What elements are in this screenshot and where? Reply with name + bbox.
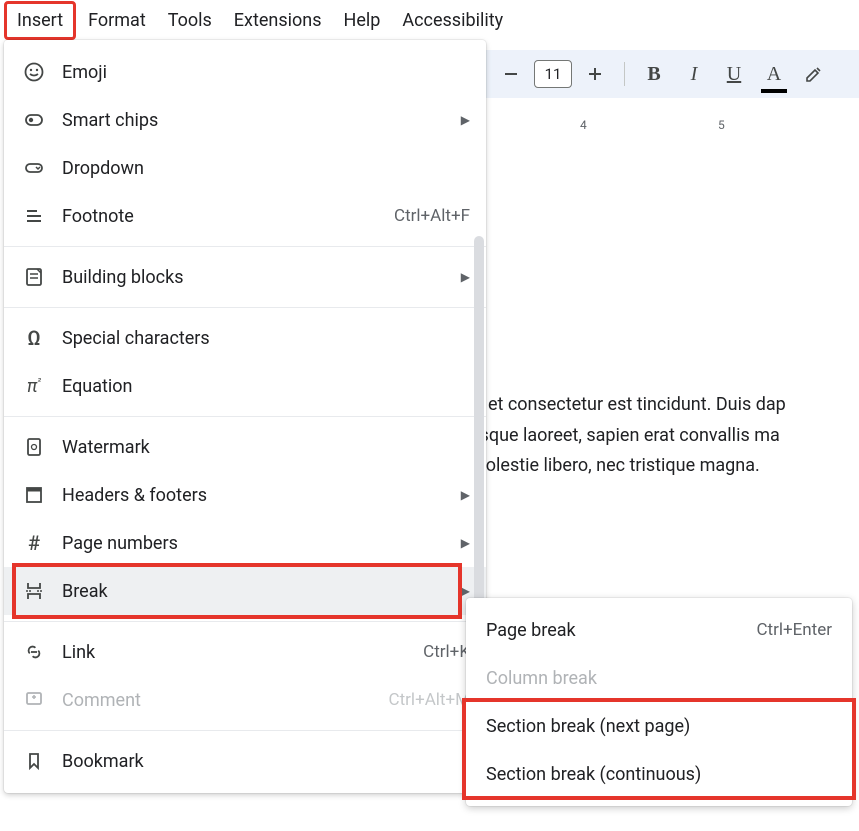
menu-headers-footers[interactable]: Headers & footers ▶ xyxy=(4,471,486,519)
break-icon xyxy=(22,579,46,603)
submenu-section-break-next-page[interactable]: Section break (next page) xyxy=(466,702,852,750)
submenu-section-break-continuous[interactable]: Section break (continuous) xyxy=(466,750,852,798)
font-size-increase[interactable] xyxy=(578,57,612,91)
menu-smart-chips[interactable]: Smart chips ▶ xyxy=(4,96,486,144)
headers-footers-icon xyxy=(22,483,46,507)
menu-label: Link xyxy=(62,642,423,663)
menu-separator xyxy=(4,416,486,417)
menu-shortcut: Ctrl+Alt+M xyxy=(389,690,470,710)
doc-line: molestie libero, nec tristique magna. xyxy=(470,451,859,482)
menu-label: Dropdown xyxy=(62,158,470,179)
submenu-column-break: Column break xyxy=(466,654,852,702)
break-submenu: Page break Ctrl+Enter Column break Secti… xyxy=(466,598,852,806)
submenu-shortcut: Ctrl+Enter xyxy=(756,620,832,640)
highlight-button[interactable] xyxy=(797,57,831,91)
underline-button[interactable]: U xyxy=(717,57,751,91)
equation-icon: π² xyxy=(22,374,46,398)
menubar-accessibility[interactable]: Accessibility xyxy=(392,4,513,37)
insert-menu: Emoji Smart chips ▶ Dropdown Footnote Ct… xyxy=(4,40,486,793)
toolbar-divider xyxy=(624,62,625,86)
menubar-format[interactable]: Format xyxy=(78,4,156,37)
smart-chips-icon xyxy=(22,108,46,132)
menu-equation[interactable]: π² Equation xyxy=(4,362,486,410)
menu-label: Bookmark xyxy=(62,751,470,772)
menu-label: Break xyxy=(62,581,453,602)
submenu-label: Section break (continuous) xyxy=(486,764,832,785)
text-color-button[interactable]: A xyxy=(757,57,791,91)
menubar: Insert Format Tools Extensions Help Acce… xyxy=(0,0,859,40)
menu-shortcut: Ctrl+Alt+F xyxy=(394,206,470,226)
link-icon xyxy=(22,640,46,664)
menu-label: Smart chips xyxy=(62,110,453,131)
doc-line: n, et consectetur est tincidunt. Duis da… xyxy=(470,390,859,421)
submenu-arrow-icon: ▶ xyxy=(461,113,470,127)
italic-button[interactable]: I xyxy=(677,57,711,91)
menubar-tools[interactable]: Tools xyxy=(158,4,222,37)
submenu-page-break[interactable]: Page break Ctrl+Enter xyxy=(466,606,852,654)
doc-line: esque laoreet, sapien erat convallis ma xyxy=(470,421,859,452)
menu-separator xyxy=(4,246,486,247)
menu-link[interactable]: Link Ctrl+K xyxy=(4,628,486,676)
comment-icon xyxy=(22,688,46,712)
bookmark-icon xyxy=(22,749,46,773)
menu-footnote[interactable]: Footnote Ctrl+Alt+F xyxy=(4,192,486,240)
menu-page-numbers[interactable]: # Page numbers ▶ xyxy=(4,519,486,567)
menu-label: Page numbers xyxy=(62,533,453,554)
submenu-arrow-icon: ▶ xyxy=(461,270,470,284)
menu-separator xyxy=(4,307,486,308)
page-numbers-icon: # xyxy=(22,531,46,555)
menu-building-blocks[interactable]: Building blocks ▶ xyxy=(4,253,486,301)
menu-label: Emoji xyxy=(62,62,470,83)
special-characters-icon: Ω xyxy=(22,326,46,350)
submenu-label: Column break xyxy=(486,668,832,689)
menu-separator xyxy=(4,730,486,731)
font-size-input[interactable]: 11 xyxy=(534,60,572,88)
menu-shortcut: Ctrl+K xyxy=(423,642,470,662)
menu-label: Footnote xyxy=(62,206,394,227)
building-blocks-icon xyxy=(22,265,46,289)
menu-comment: Comment Ctrl+Alt+M xyxy=(4,676,486,724)
watermark-icon xyxy=(22,435,46,459)
menu-label: Watermark xyxy=(62,437,470,458)
ruler-tick-4: 4 xyxy=(580,118,587,132)
menubar-insert[interactable]: Insert xyxy=(4,1,76,40)
document-body[interactable]: n, et consectetur est tincidunt. Duis da… xyxy=(470,390,859,482)
submenu-arrow-icon: ▶ xyxy=(461,584,470,598)
menu-label: Comment xyxy=(62,690,389,711)
menubar-extensions[interactable]: Extensions xyxy=(224,4,332,37)
menu-break[interactable]: Break ▶ xyxy=(4,567,486,615)
ruler-tick-5: 5 xyxy=(718,118,725,132)
submenu-label: Page break xyxy=(486,620,756,641)
menu-watermark[interactable]: Watermark xyxy=(4,423,486,471)
submenu-arrow-icon: ▶ xyxy=(461,536,470,550)
dropdown-icon xyxy=(22,156,46,180)
menubar-help[interactable]: Help xyxy=(334,4,391,37)
submenu-label: Section break (next page) xyxy=(486,716,832,737)
submenu-arrow-icon: ▶ xyxy=(461,488,470,502)
menu-label: Headers & footers xyxy=(62,485,453,506)
menu-bookmark[interactable]: Bookmark xyxy=(4,737,486,785)
bold-button[interactable]: B xyxy=(637,57,671,91)
menu-label: Equation xyxy=(62,376,470,397)
menu-special-characters[interactable]: Ω Special characters xyxy=(4,314,486,362)
menu-emoji[interactable]: Emoji xyxy=(4,48,486,96)
menu-label: Building blocks xyxy=(62,267,453,288)
font-size-decrease[interactable] xyxy=(494,57,528,91)
scrollbar-thumb[interactable] xyxy=(474,236,484,660)
menu-label: Special characters xyxy=(62,328,470,349)
ruler: 4 5 xyxy=(486,118,859,136)
menu-dropdown[interactable]: Dropdown xyxy=(4,144,486,192)
emoji-icon xyxy=(22,60,46,84)
menu-separator xyxy=(4,621,486,622)
footnote-icon xyxy=(22,204,46,228)
toolbar: 11 B I U A xyxy=(486,50,859,98)
